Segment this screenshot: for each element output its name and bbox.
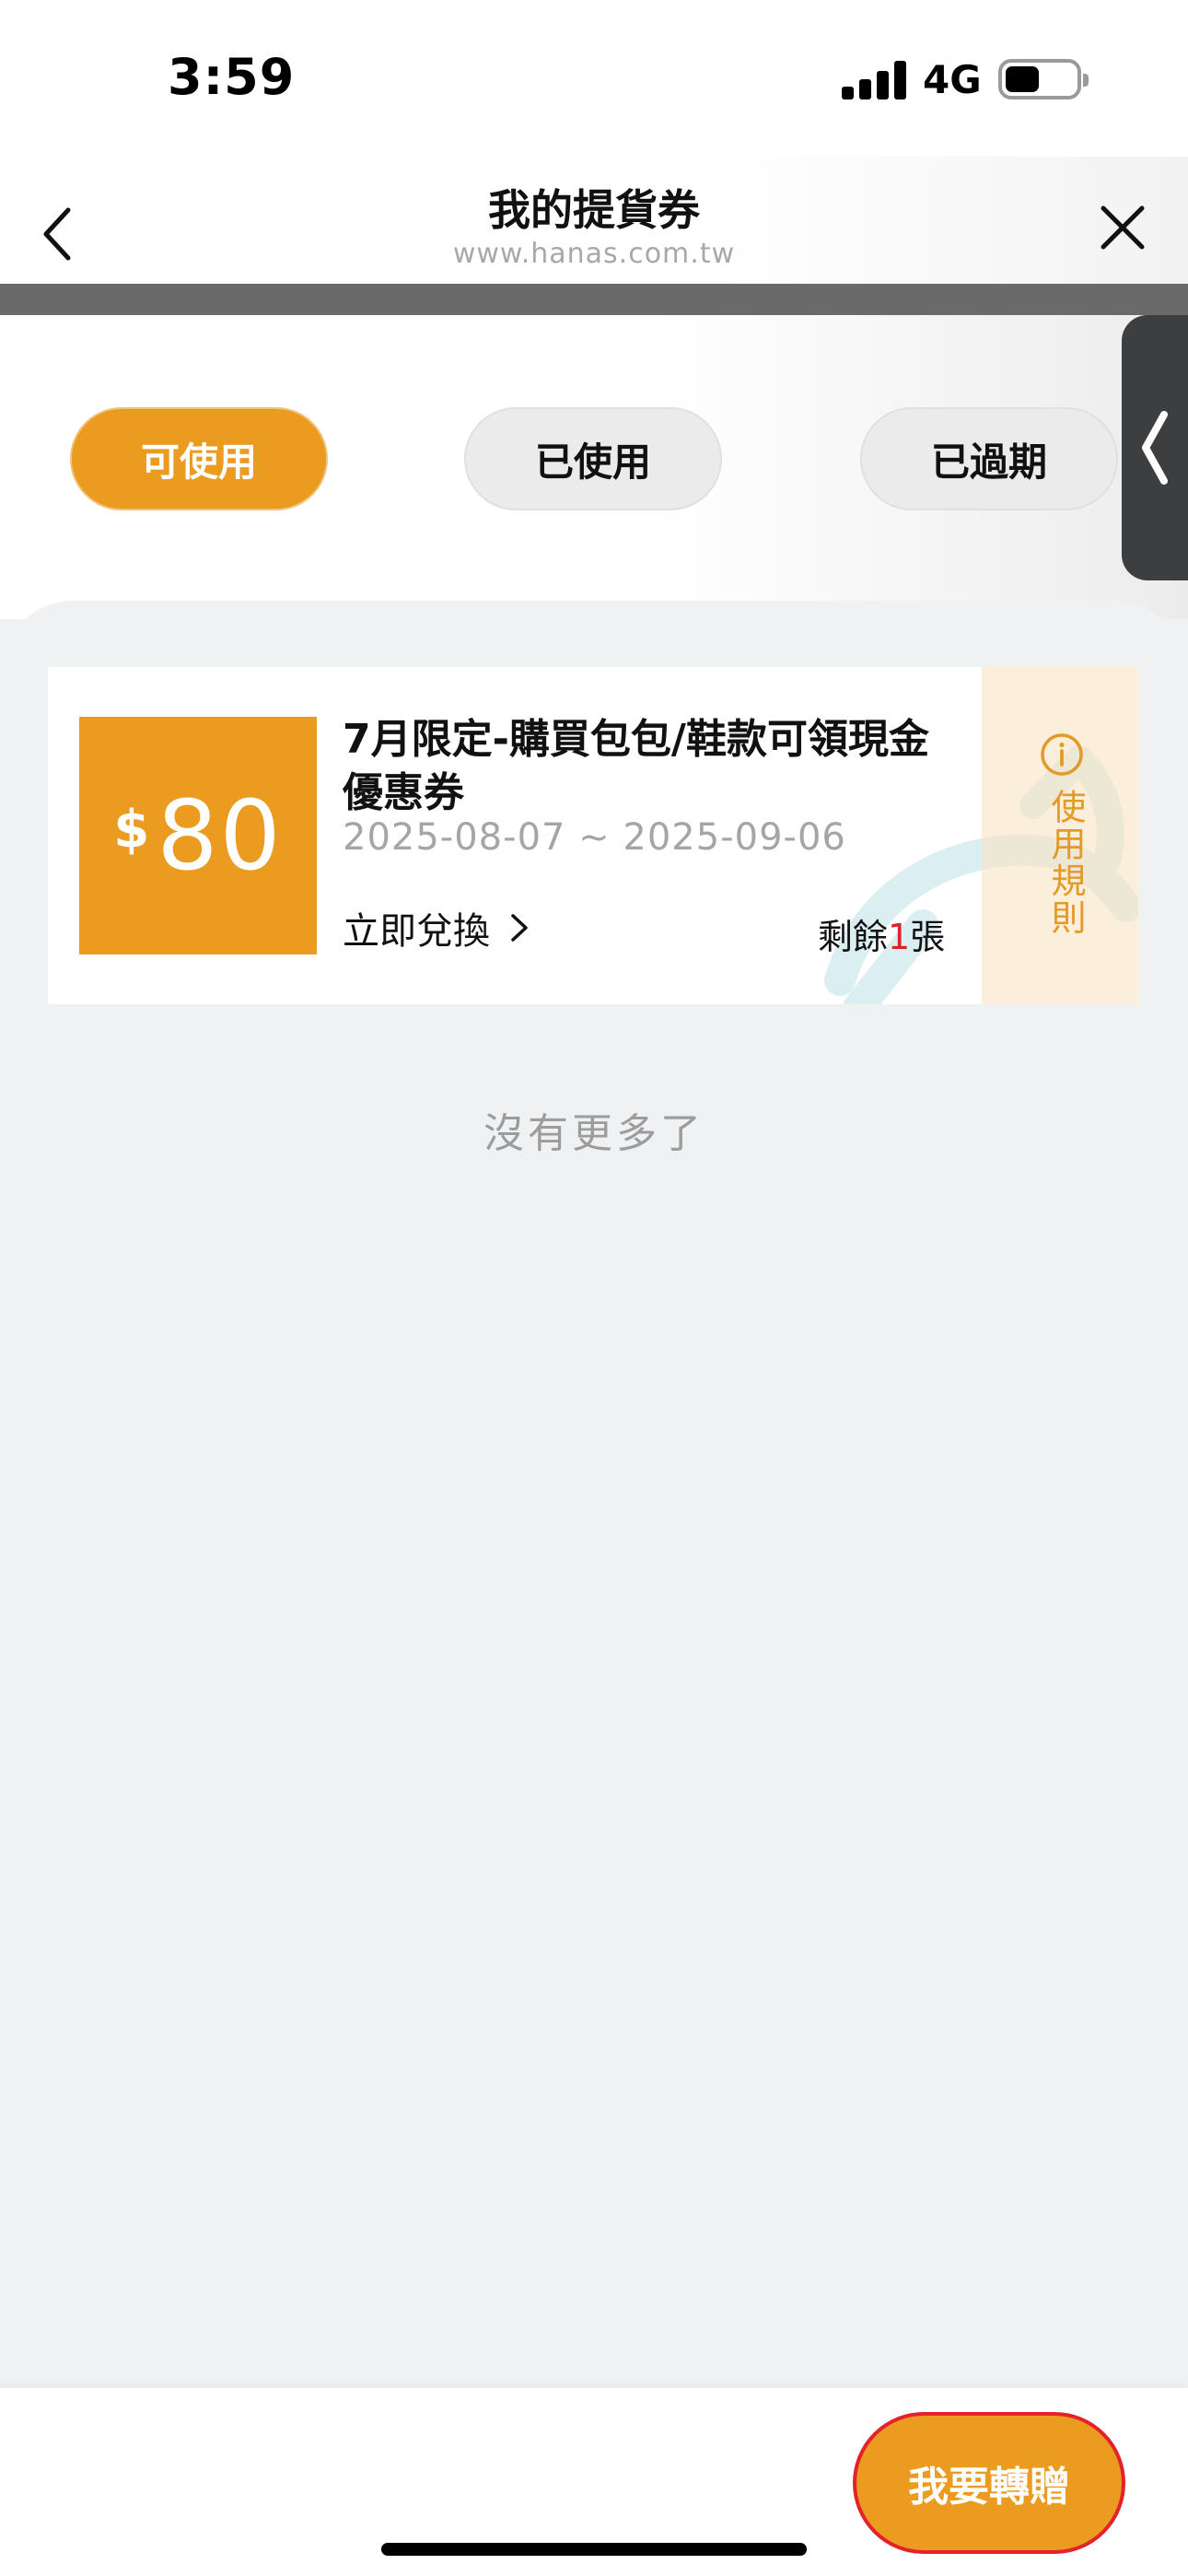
chevron-left-icon [1142,411,1168,485]
currency-symbol: $ [113,799,150,860]
side-drawer-handle[interactable] [1122,315,1188,580]
info-icon [1041,733,1083,776]
signal-icon [842,61,908,100]
coupon-card[interactable]: $ 80 7月限定-購買包包/鞋款可領現金優惠券 2025-08-07 ~ 20… [48,667,1138,1004]
amount-value: 80 [157,779,283,892]
page-title: 我的提貨券 [488,185,700,235]
redeem-label: 立即兌換 [343,910,490,953]
status-bar: 3:59 4G [0,0,1188,157]
tab-available[interactable]: 可使用 [70,407,328,510]
home-indicator[interactable] [381,2543,807,2556]
network-label: 4G [923,57,982,102]
page-load-bar [0,284,1188,315]
status-time: 3:59 [168,48,296,106]
remaining-suffix: 張 [910,917,946,957]
remaining-count: 剩餘1張 [818,908,945,959]
coupon-amount: $ 80 [79,717,317,954]
coupon-title: 7月限定-購買包包/鞋款可領現金優惠券 [343,716,929,816]
bottom-bar: 我要轉贈 [0,2388,1188,2576]
battery-icon [998,59,1089,100]
tab-expired[interactable]: 已過期 [860,407,1118,510]
usage-rules-label: 使用規則 [1045,789,1086,936]
transfer-gift-button[interactable]: 我要轉贈 [853,2412,1125,2554]
close-button[interactable] [1092,197,1153,258]
close-icon [1101,205,1145,250]
screen: 3:59 4G 我的提貨券 www.hanas.com.tw 可使用 已使用 已… [0,0,1188,2576]
nav-header: 我的提貨券 www.hanas.com.tw [0,157,1188,286]
usage-rules-button[interactable]: 使用規則 [982,667,1138,1004]
tab-used[interactable]: 已使用 [464,407,722,510]
page-url: www.hanas.com.tw [452,238,736,270]
remaining-number: 1 [888,917,911,957]
redeem-now-link[interactable]: 立即兌換 [343,905,530,953]
coupon-validity: 2025-08-07 ~ 2025-09-06 [343,816,846,859]
coupon-list: $ 80 7月限定-購買包包/鞋款可領現金優惠券 2025-08-07 ~ 20… [0,601,1188,2388]
chevron-right-icon [511,914,528,942]
list-end-text: 沒有更多了 [483,1110,705,1157]
remaining-prefix: 剩餘 [818,917,889,957]
tab-bar: 可使用 已使用 已過期 [0,315,1188,619]
